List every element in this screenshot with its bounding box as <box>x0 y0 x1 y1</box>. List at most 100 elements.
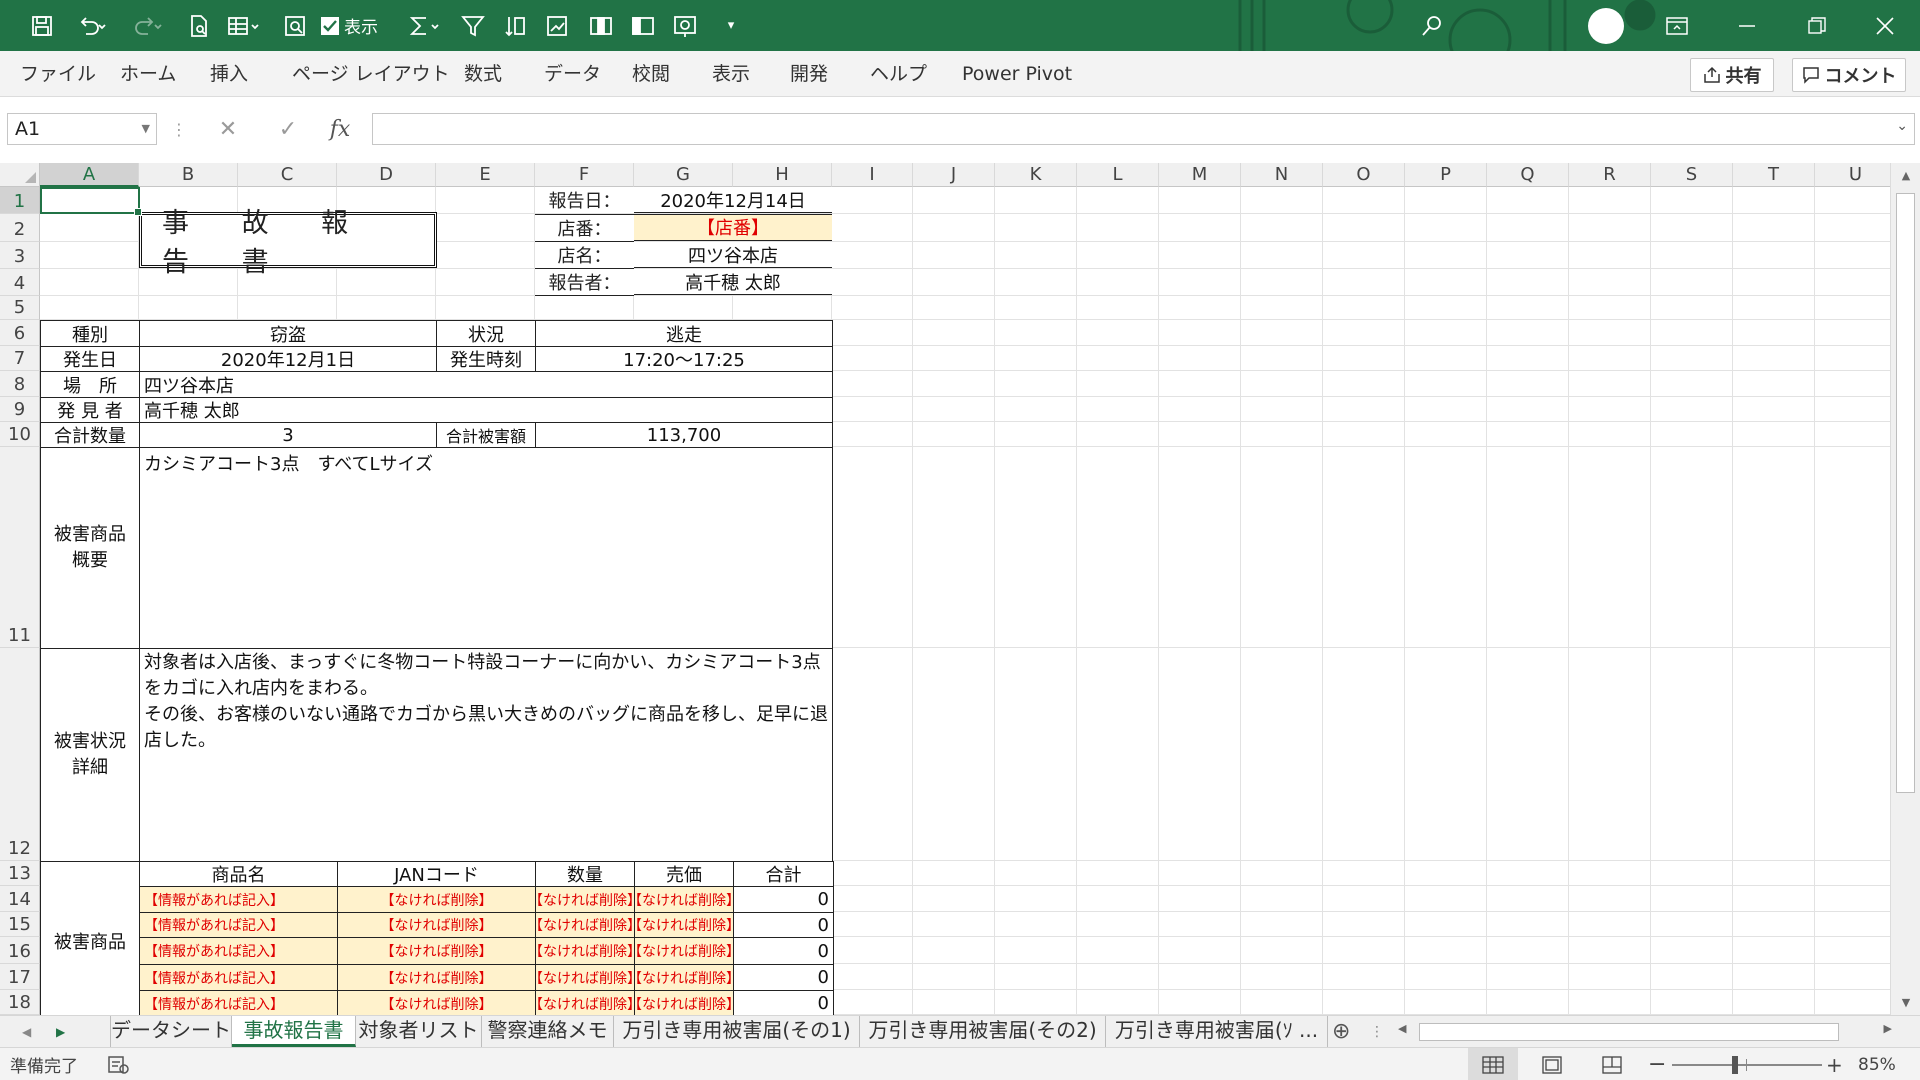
row-header-9[interactable]: 9 <box>0 397 40 422</box>
tab-review[interactable]: 校閲 <box>632 51 670 97</box>
column-header-p[interactable]: P <box>1405 163 1487 187</box>
next-sheet-icon[interactable]: ▶ <box>56 1016 65 1048</box>
page-break-view-icon[interactable] <box>1590 1048 1634 1080</box>
place-value[interactable]: 四ツ谷本店 <box>139 371 833 398</box>
minimize-icon[interactable] <box>1712 0 1782 51</box>
column-header-d[interactable]: D <box>337 163 436 187</box>
undo-icon[interactable] <box>68 0 116 51</box>
item-cell[interactable]: 【なければ削除】 <box>634 964 734 991</box>
column-header-e[interactable]: E <box>436 163 535 187</box>
tab-formulas[interactable]: 数式 <box>464 51 502 97</box>
select-all-button[interactable] <box>0 163 40 187</box>
column-header-j[interactable]: J <box>913 163 995 187</box>
cancel-icon[interactable]: ✕ <box>208 113 248 145</box>
tab-insert[interactable]: 挿入 <box>210 51 248 97</box>
tab-data[interactable]: データ <box>544 51 601 97</box>
sheet-tab-damage-report-3[interactable]: 万引き専用被害届(ｿ ... <box>1106 1016 1328 1047</box>
item-total-cell[interactable]: 0 <box>733 937 834 965</box>
row-header-4[interactable]: 4 <box>0 269 40 296</box>
item-total-cell[interactable]: 0 <box>733 886 834 913</box>
column-header-m[interactable]: M <box>1159 163 1241 187</box>
item-cell[interactable]: 【なければ削除】 <box>337 964 536 991</box>
item-cell[interactable]: 【なければ削除】 <box>337 912 536 938</box>
tab-home[interactable]: ホーム <box>120 51 176 97</box>
scroll-down-icon[interactable]: ▼ <box>1891 990 1920 1014</box>
add-sheet-icon[interactable]: ⊕ <box>1332 1016 1358 1048</box>
formula-input[interactable]: ⌄ <box>372 113 1915 145</box>
tab-power-pivot[interactable]: Power Pivot <box>962 51 1072 97</box>
sort-icon[interactable] <box>498 0 532 51</box>
vertical-scrollbar[interactable]: ▲ ▼ <box>1890 163 1920 1015</box>
sheet-tab-subject-list[interactable]: 対象者リスト <box>356 1016 482 1047</box>
column-header-c[interactable]: C <box>238 163 337 187</box>
detail-value[interactable]: 対象者は入店後、まっすぐに冬物コート特設コーナーに向かい、カシミアコート3点をカ… <box>139 648 833 862</box>
item-cell[interactable]: 【情報があれば記入】 <box>139 937 338 965</box>
zoom-out-icon[interactable]: − <box>1648 1048 1666 1080</box>
item-cell[interactable]: 【情報があれば記入】 <box>139 964 338 991</box>
row-header-13[interactable]: 13 <box>0 861 40 886</box>
enter-icon[interactable]: ✓ <box>268 113 308 145</box>
item-cell[interactable]: 【なければ削除】 <box>535 886 635 913</box>
accessibility-icon[interactable] <box>108 1048 130 1080</box>
zoom-level[interactable]: 85% <box>1858 1048 1896 1080</box>
sum-icon[interactable] <box>402 0 448 51</box>
sheet-tab-damage-report-1[interactable]: 万引き専用被害届(その1) <box>614 1016 860 1047</box>
item-cell[interactable]: 【なければ削除】 <box>337 937 536 965</box>
chart-icon[interactable] <box>540 0 574 51</box>
close-icon[interactable] <box>1850 0 1920 51</box>
row-header-8[interactable]: 8 <box>0 371 40 397</box>
time-value[interactable]: 17:20～17:25 <box>535 346 833 372</box>
row-header-2[interactable]: 2 <box>0 214 40 242</box>
row-header-10[interactable]: 10 <box>0 422 40 447</box>
store-name-value[interactable]: 四ツ谷本店 <box>634 242 832 268</box>
find-icon[interactable] <box>278 0 314 51</box>
column-icon[interactable] <box>584 0 618 51</box>
customize-icon[interactable]: ▾ <box>718 0 744 51</box>
row-header-7[interactable]: 7 <box>0 346 40 371</box>
active-cell-a1[interactable] <box>40 187 142 216</box>
column-header-o[interactable]: O <box>1323 163 1405 187</box>
store-no-value[interactable]: 【店番】 <box>634 214 832 241</box>
column-header-u[interactable]: U <box>1815 163 1890 187</box>
item-cell[interactable]: 【なければ削除】 <box>634 886 734 913</box>
restore-icon[interactable] <box>1782 0 1852 51</box>
item-cell[interactable]: 【なければ削除】 <box>535 912 635 938</box>
item-cell[interactable]: 【情報があれば記入】 <box>139 912 338 938</box>
row-header-6[interactable]: 6 <box>0 320 40 346</box>
column-header-b[interactable]: B <box>139 163 238 187</box>
display-checkbox[interactable]: 表示 <box>320 0 394 51</box>
column-header-a[interactable]: A <box>40 163 139 187</box>
share-button[interactable]: 共有 <box>1690 58 1774 92</box>
zoom-icon[interactable] <box>668 0 702 51</box>
comment-button[interactable]: コメント <box>1792 58 1906 92</box>
row-header-16[interactable]: 16 <box>0 937 40 964</box>
redo-icon[interactable] <box>124 0 172 51</box>
table-icon[interactable] <box>220 0 268 51</box>
row-header-17[interactable]: 17 <box>0 964 40 990</box>
tab-file[interactable]: ファイル <box>20 51 96 97</box>
horizontal-scrollbar[interactable]: ◀ ▶ <box>1394 1020 1896 1044</box>
column-header-k[interactable]: K <box>995 163 1077 187</box>
ribbon-display-icon[interactable] <box>1642 0 1712 51</box>
item-cell[interactable]: 【なければ削除】 <box>634 990 734 1015</box>
row-header-1[interactable]: 1 <box>0 187 40 214</box>
vertical-scroll-thumb[interactable] <box>1896 193 1915 793</box>
name-box-dropdown-icon[interactable]: ▼ <box>142 114 150 144</box>
freeze-icon[interactable] <box>626 0 660 51</box>
save-icon[interactable] <box>22 0 62 51</box>
item-cell[interactable]: 【なければ削除】 <box>634 937 734 965</box>
normal-view-icon[interactable] <box>1468 1048 1518 1080</box>
damage-value[interactable]: 113,700 <box>535 422 833 448</box>
item-cell[interactable]: 【なければ削除】 <box>535 937 635 965</box>
row-header-18[interactable]: 18 <box>0 990 40 1015</box>
item-cell[interactable]: 【なければ削除】 <box>634 912 734 938</box>
scroll-up-icon[interactable]: ▲ <box>1891 163 1920 187</box>
horizontal-scroll-thumb[interactable] <box>1419 1023 1839 1041</box>
column-header-r[interactable]: R <box>1569 163 1651 187</box>
item-total-cell[interactable]: 0 <box>733 912 834 938</box>
sheet-tab-police-memo[interactable]: 警察連絡メモ <box>482 1016 614 1047</box>
tab-help[interactable]: ヘルプ <box>870 51 927 97</box>
qty-value[interactable]: 3 <box>139 422 437 448</box>
row-header-12[interactable]: 12 <box>0 648 40 861</box>
type-value[interactable]: 窃盗 <box>139 320 437 347</box>
